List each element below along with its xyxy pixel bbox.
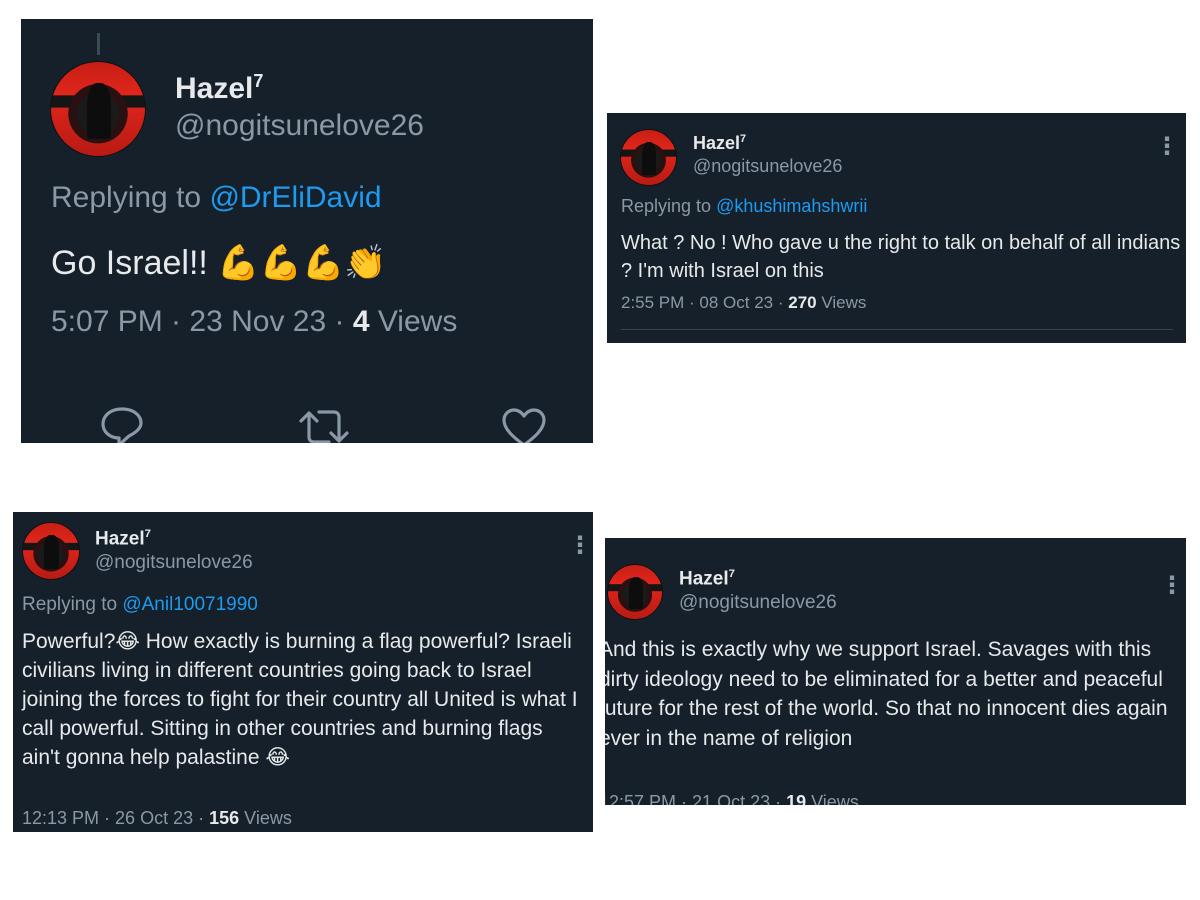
mention-link[interactable]: @Anil10071990: [122, 594, 258, 615]
tweet-text: What ? No ! Who gave u the right to talk…: [621, 232, 1181, 282]
user-handle[interactable]: @nogitsunelove26: [693, 156, 842, 177]
tweet-card-2[interactable]: Hazel7 @nogitsunelove26 ⋮ Replying to @k…: [607, 113, 1186, 343]
replying-to: Replying to @DrEliDavid: [51, 181, 382, 215]
tweet-timestamp: 2:55 PM · 08 Oct 23 · 270 Views: [621, 293, 866, 313]
views-count: 4: [352, 305, 370, 338]
replying-prefix: Replying to: [621, 196, 717, 216]
views-label: Views: [369, 305, 458, 338]
more-options-icon[interactable]: ⋮: [1160, 573, 1184, 598]
name-superscript: 7: [740, 133, 747, 145]
tweet-timestamp: 12:13 PM · 26 Oct 23 · 156 Views: [22, 808, 292, 829]
avatar[interactable]: [620, 129, 677, 186]
replying-to: Replying to @khushimahshwrii: [621, 196, 867, 217]
display-name[interactable]: Hazel7: [679, 568, 735, 590]
avatar[interactable]: [607, 564, 663, 620]
views-label: Views: [806, 792, 859, 805]
thread-line: [97, 33, 100, 55]
views-label: Views: [239, 808, 292, 828]
replying-to: Replying to @Anil10071990: [22, 594, 258, 616]
tweet-card-1[interactable]: Hazel7 @nogitsunelove26 Replying to @DrE…: [21, 19, 593, 443]
tweet-time[interactable]: 12:57 PM · 21 Oct 23 ·: [605, 792, 786, 805]
tweet-time[interactable]: 12:13 PM · 26 Oct 23 ·: [22, 808, 209, 828]
tweet-text: Go Israel!! 💪💪💪👏: [51, 244, 387, 282]
replying-prefix: Replying to: [51, 181, 210, 214]
avatar[interactable]: [50, 61, 146, 157]
name-superscript: 7: [144, 528, 151, 540]
retweet-icon[interactable]: [297, 407, 351, 443]
tweet-timestamp: 5:07 PM · 23 Nov 23 · 4 Views: [51, 305, 457, 339]
views-label: Views: [816, 293, 867, 312]
user-handle[interactable]: @nogitsunelove26: [175, 109, 424, 143]
tweet-text: And this is exactly why we support Israe…: [605, 638, 1168, 750]
name-superscript: 7: [728, 568, 735, 580]
user-handle[interactable]: @nogitsunelove26: [95, 552, 253, 574]
more-options-icon[interactable]: ⋮: [1155, 134, 1179, 159]
like-icon[interactable]: [501, 407, 547, 443]
views-count: 270: [788, 293, 817, 312]
tweet-text: Powerful?😂 How exactly is burning a flag…: [22, 630, 578, 769]
views-count: 156: [209, 808, 240, 828]
avatar[interactable]: [22, 522, 80, 580]
name-superscript: 7: [253, 71, 264, 91]
replying-prefix: Replying to: [22, 594, 123, 615]
tweet-timestamp: 12:57 PM · 21 Oct 23 · 19 Views: [605, 792, 859, 805]
tweet-time[interactable]: 5:07 PM · 23 Nov 23 ·: [51, 305, 353, 338]
user-handle[interactable]: @nogitsunelove26: [679, 592, 837, 614]
mention-link[interactable]: @DrEliDavid: [209, 181, 381, 214]
divider: [621, 329, 1173, 330]
display-name[interactable]: Hazel7: [175, 71, 263, 106]
tweet-card-3[interactable]: Hazel7 @nogitsunelove26 ⋮ Replying to @A…: [13, 512, 593, 832]
tweet-card-4[interactable]: Hazel7 @nogitsunelove26 ⋮ And this is ex…: [605, 538, 1186, 805]
mention-link[interactable]: @khushimahshwrii: [716, 196, 867, 216]
more-options-icon[interactable]: ⋮: [568, 533, 592, 558]
reply-icon[interactable]: [99, 405, 145, 443]
display-name[interactable]: Hazel7: [693, 133, 746, 154]
views-count: 19: [786, 792, 807, 805]
display-name[interactable]: Hazel7: [95, 528, 151, 550]
tweet-time[interactable]: 2:55 PM · 08 Oct 23 ·: [621, 293, 788, 312]
